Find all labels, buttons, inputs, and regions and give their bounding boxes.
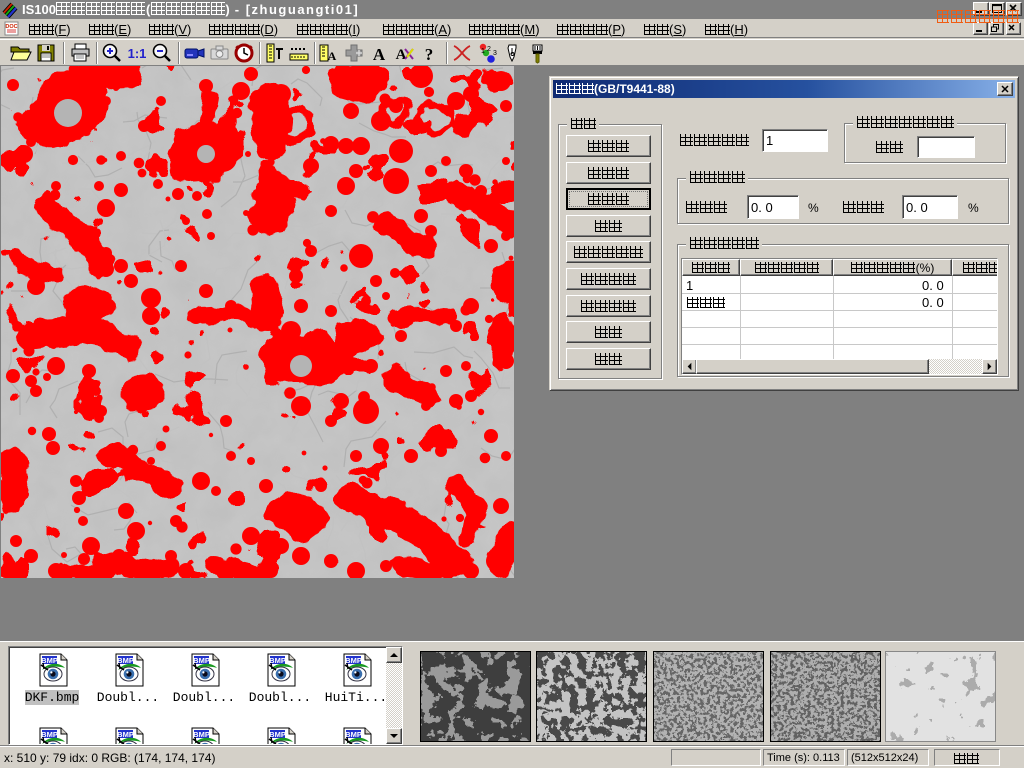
svg-text:2: 2 bbox=[487, 46, 491, 53]
svg-text:?: ? bbox=[425, 45, 434, 64]
svg-text:3: 3 bbox=[493, 50, 497, 57]
svg-text:1: 1 bbox=[481, 48, 485, 55]
svg-text:1:1: 1:1 bbox=[128, 46, 147, 61]
svg-text:A: A bbox=[328, 49, 337, 63]
svg-text:A: A bbox=[373, 45, 386, 64]
svg-text:DOC: DOC bbox=[5, 24, 17, 30]
